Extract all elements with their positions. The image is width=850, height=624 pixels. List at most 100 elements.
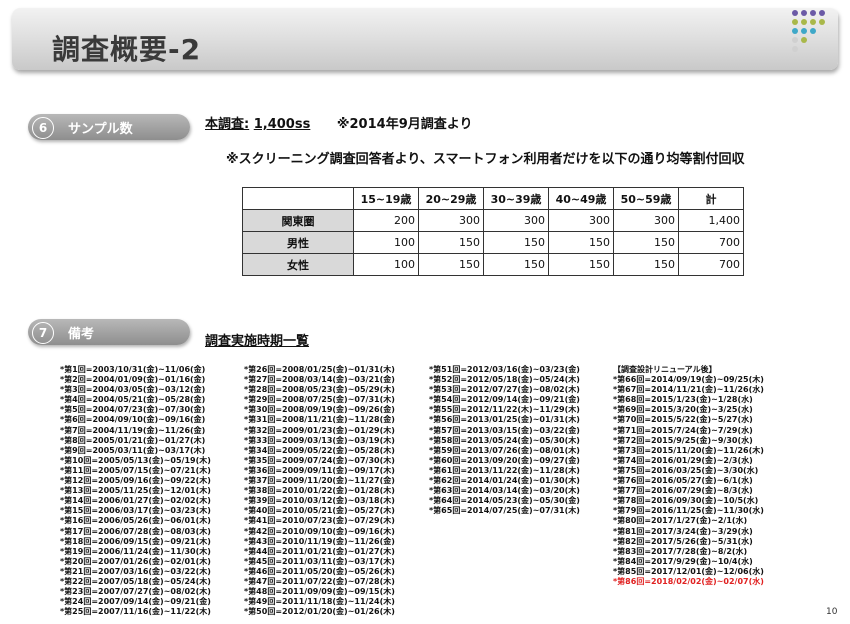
quota-col-header: 計 bbox=[678, 187, 744, 210]
page-number: 10 bbox=[826, 607, 838, 617]
section-6-header: 6 サンプル数 bbox=[28, 114, 190, 140]
quota-cell: 150 bbox=[548, 253, 614, 276]
section-6-label: サンプル数 bbox=[68, 122, 133, 137]
schedule-entry: *第9回=2005/03/11(金)~03/17(木) bbox=[60, 445, 206, 455]
schedule-entry: *第74回=2016/01/29(金)~2/3(水) bbox=[613, 455, 753, 465]
schedule-entry: *第76回=2016/05/27(金)~6/1(水) bbox=[613, 476, 753, 486]
schedule-entry: *第84回=2017/9/29(金)~10/4(水) bbox=[613, 556, 753, 566]
schedule-entry: *第72回=2015/9/25(金)~9/30(水) bbox=[613, 435, 753, 445]
quota-cell: 300 bbox=[613, 209, 679, 232]
schedule-entry: *第13回=2005/11/25(金)~12/01(木) bbox=[60, 486, 211, 496]
schedule-entry: *第82回=2017/5/26(金)~5/31(水) bbox=[613, 536, 753, 546]
schedule-entry: *第35回=2009/07/24(金)~07/30(木) bbox=[244, 455, 395, 465]
quota-cell: 150 bbox=[483, 253, 549, 276]
quota-col-header: 20~29歳 bbox=[418, 187, 484, 210]
schedule-entry: *第21回=2007/03/16(金)~03/22(木) bbox=[60, 566, 211, 576]
schedule-entry: *第8回=2005/01/21(金)~01/27(木) bbox=[60, 435, 206, 445]
schedule-entry: *第24回=2007/09/14(金)~09/21(金) bbox=[60, 597, 211, 607]
schedule-entry: *第44回=2011/01/21(金)~01/27(木) bbox=[244, 546, 395, 556]
schedule-entry: *第34回=2009/05/22(金)~05/28(木) bbox=[244, 445, 395, 455]
schedule-entry: *第77回=2016/07/29(金)~8/3(水) bbox=[613, 486, 753, 496]
schedule-entry: *第79回=2016/11/25(金)~11/30(水) bbox=[613, 506, 764, 516]
schedule-entry: *第46回=2011/05/20(金)~05/26(木) bbox=[244, 566, 395, 576]
schedule-entry: *第19回=2006/11/24(金)~11/30(木) bbox=[60, 546, 211, 556]
schedule-column-4: 【調査設計リニューアル後】 *第66回=2014/09/19(金)~09/25(… bbox=[613, 365, 764, 587]
schedule-entry: *第56回=2013/01/25(金)~01/31(木) bbox=[429, 415, 580, 425]
schedule-entry: *第7回=2004/11/19(金)~11/26(金) bbox=[60, 425, 206, 435]
renewal-heading: 【調査設計リニューアル後】 bbox=[613, 365, 717, 374]
schedule-entry: *第61回=2013/11/22(金)~11/28(木) bbox=[429, 465, 580, 475]
schedule-entry: *第41回=2010/07/23(金)~07/29(木) bbox=[244, 516, 395, 526]
quota-cell: 150 bbox=[613, 231, 679, 254]
quota-cell: 150 bbox=[418, 231, 484, 254]
survey-note: ※2014年9月調査より bbox=[336, 117, 473, 132]
schedule-entry: *第22回=2007/05/18(金)~05/24(木) bbox=[60, 576, 211, 586]
schedule-entry: *第69回=2015/3/20(金)~3/25(水) bbox=[613, 405, 753, 415]
schedule-entry: *第67回=2014/11/21(金)~11/26(水) bbox=[613, 385, 764, 395]
survey-sample-line: 本調査: 1,400ss ※2014年9月調査より bbox=[205, 113, 472, 132]
quota-row-label: 関東圏 bbox=[242, 209, 354, 232]
schedule-entry: *第2回=2004/01/09(金)~01/16(金) bbox=[60, 375, 206, 385]
quota-corner bbox=[242, 187, 354, 210]
schedule-entry: *第10回=2005/05/13(金)~05/19(木) bbox=[60, 455, 211, 465]
schedule-entry: *第66回=2014/09/19(金)~09/25(木) bbox=[613, 375, 764, 385]
schedule-entry: *第63回=2014/03/14(金)~03/20(木) bbox=[429, 486, 580, 496]
quota-col-header: 50~59歳 bbox=[613, 187, 679, 210]
schedule-entry: *第31回=2008/11/21(金)~11/28(金) bbox=[244, 415, 395, 425]
schedule-entry: *第11回=2005/07/15(金)~07/21(木) bbox=[60, 465, 211, 475]
quota-table: 15~19歳 20~29歳 30~39歳 40~49歳 50~59歳 計 関東圏… bbox=[242, 187, 744, 276]
schedule-entry: *第18回=2006/09/15(金)~09/21(木) bbox=[60, 536, 211, 546]
schedule-entry: *第73回=2015/11/20(金)~11/26(木) bbox=[613, 445, 764, 455]
schedule-entry: *第25回=2007/11/16(金)~11/22(木) bbox=[60, 607, 211, 617]
schedule-entry: *第65回=2014/07/25(金)~07/31(木) bbox=[429, 506, 580, 516]
quota-cell: 300 bbox=[418, 209, 484, 232]
schedule-entry: *第62回=2014/01/24(金)~01/30(木) bbox=[429, 476, 580, 486]
quota-cell: 700 bbox=[678, 231, 744, 254]
survey-count: 1,400ss bbox=[253, 117, 311, 132]
quota-cell: 1,400 bbox=[678, 209, 744, 232]
quota-cell: 200 bbox=[353, 209, 419, 232]
schedule-column-3: *第51回=2012/03/16(金)~03/23(金) *第52回=2012/0… bbox=[429, 365, 580, 516]
quota-cell: 700 bbox=[678, 253, 744, 276]
schedule-entry: *第38回=2010/01/22(金)~01/28(木) bbox=[244, 486, 395, 496]
quota-cell: 150 bbox=[483, 231, 549, 254]
schedule-entry: *第60回=2013/09/20(金)~09/27(金) bbox=[429, 455, 580, 465]
schedule-entry: *第54回=2012/09/14(金)~09/21(金) bbox=[429, 395, 580, 405]
section-7-label: 備考 bbox=[68, 327, 95, 342]
schedule-entry: *第83回=2017/7/28(金)~8/2(水) bbox=[613, 546, 748, 556]
schedule-entry: *第30回=2008/09/19(金)~09/26(金) bbox=[244, 405, 395, 415]
schedule-entry: *第23回=2007/07/27(金)~08/02(木) bbox=[60, 587, 211, 597]
schedule-entry: *第64回=2014/05/23(金)~05/30(金) bbox=[429, 496, 580, 506]
page-title: 調査概要-2 bbox=[52, 33, 202, 66]
schedule-entry: *第70回=2015/5/22(金)~5/27(水) bbox=[613, 415, 753, 425]
schedule-entry: *第71回=2015/7/24(金)~7/29(水) bbox=[613, 425, 753, 435]
section-7-header: 7 備考 bbox=[28, 319, 190, 345]
schedule-entry: *第33回=2009/03/13(金)~03/19(木) bbox=[244, 435, 395, 445]
schedule-entry: *第5回=2004/07/23(金)~07/30(金) bbox=[60, 405, 206, 415]
schedule-entry: *第32回=2009/01/23(金)~01/29(木) bbox=[244, 425, 395, 435]
schedule-entry: *第16回=2006/05/26(金)~06/01(木) bbox=[60, 516, 211, 526]
schedule-entry: *第17回=2006/07/28(金)~08/03(木) bbox=[60, 526, 211, 536]
quota-row: 男性 100 150 150 150 150 700 bbox=[242, 231, 744, 254]
schedule-entry: *第28回=2008/05/23(金)~05/29(木) bbox=[244, 385, 395, 395]
schedule-entry: *第48回=2011/09/09(金)~09/15(木) bbox=[244, 587, 395, 597]
schedule-entry: *第75回=2016/03/25(金)~3/30(水) bbox=[613, 465, 759, 475]
schedule-entry: *第47回=2011/07/22(金)~07/28(木) bbox=[244, 576, 395, 586]
schedule-entry: *第68回=2015/1/23(金)~1/28(水) bbox=[613, 395, 753, 405]
quota-header-row: 15~19歳 20~29歳 30~39歳 40~49歳 50~59歳 計 bbox=[242, 187, 744, 210]
quota-cell: 150 bbox=[418, 253, 484, 276]
schedule-column-1: *第1回=2003/10/31(金)~11/06(金) *第2回=2004/01/… bbox=[60, 365, 211, 617]
quota-row-label: 男性 bbox=[242, 231, 354, 254]
schedule-entry: *第26回=2008/01/25(金)~01/31(木) bbox=[244, 365, 395, 374]
schedule-entry: *第78回=2016/09/30(金)~10/5(水) bbox=[613, 496, 759, 506]
quota-row: 女性 100 150 150 150 150 700 bbox=[242, 253, 744, 276]
quota-row-label: 女性 bbox=[242, 253, 354, 276]
quota-cell: 300 bbox=[548, 209, 614, 232]
period-title: 調査実施時期一覧 bbox=[205, 334, 310, 349]
schedule-entry: *第86回=2018/02/02(金)~02/07(水) bbox=[613, 576, 764, 586]
schedule-entry: *第15回=2006/03/17(金)~03/23(木) bbox=[60, 506, 211, 516]
schedule-entry: *第50回=2012/01/20(金)~01/26(木) bbox=[244, 607, 395, 617]
schedule-entry: *第81回=2017/3/24(金)~3/29(水) bbox=[613, 526, 753, 536]
schedule-entry: *第58回=2013/05/24(金)~05/30(木) bbox=[429, 435, 580, 445]
schedule-entry: *第4回=2004/05/21(金)~05/28(金) bbox=[60, 395, 206, 405]
